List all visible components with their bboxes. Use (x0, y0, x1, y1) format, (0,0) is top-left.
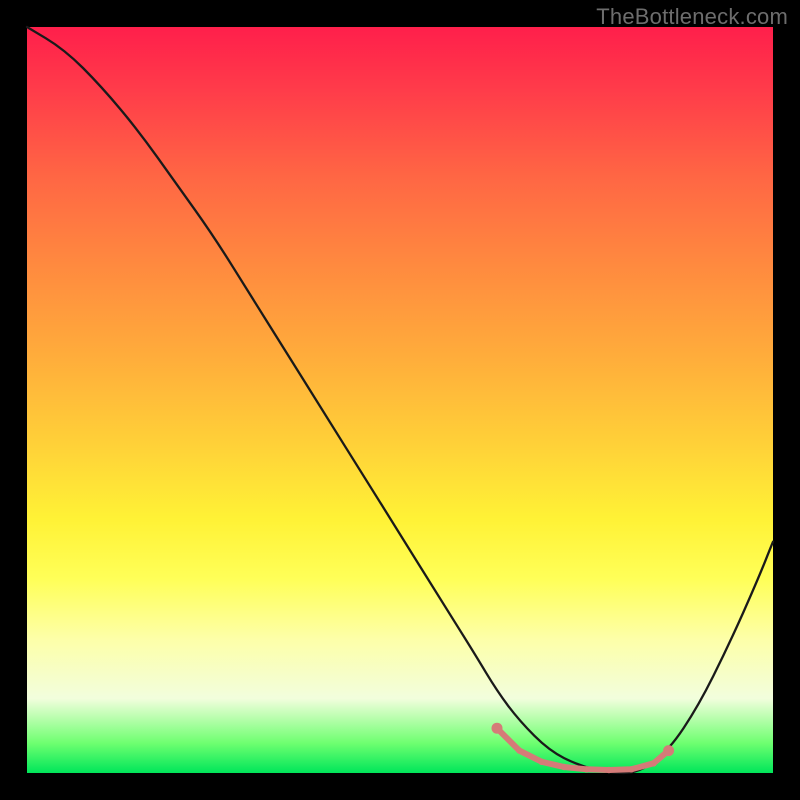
highlight-dot (583, 766, 589, 772)
highlight-dot (628, 766, 634, 772)
highlight-dot (663, 745, 674, 756)
plot-area (27, 27, 773, 773)
highlight-dot (561, 764, 567, 770)
highlight-connector (497, 728, 669, 770)
highlight-dot (650, 760, 656, 766)
chart-stage: TheBottleneck.com (0, 0, 800, 800)
highlight-dot (516, 747, 522, 753)
bottleneck-curve (27, 27, 773, 773)
highlight-dot (539, 759, 545, 765)
highlight-dot (606, 767, 612, 773)
curve-layer (27, 27, 773, 773)
highlight-dot (492, 723, 503, 734)
watermark-text: TheBottleneck.com (596, 4, 788, 30)
